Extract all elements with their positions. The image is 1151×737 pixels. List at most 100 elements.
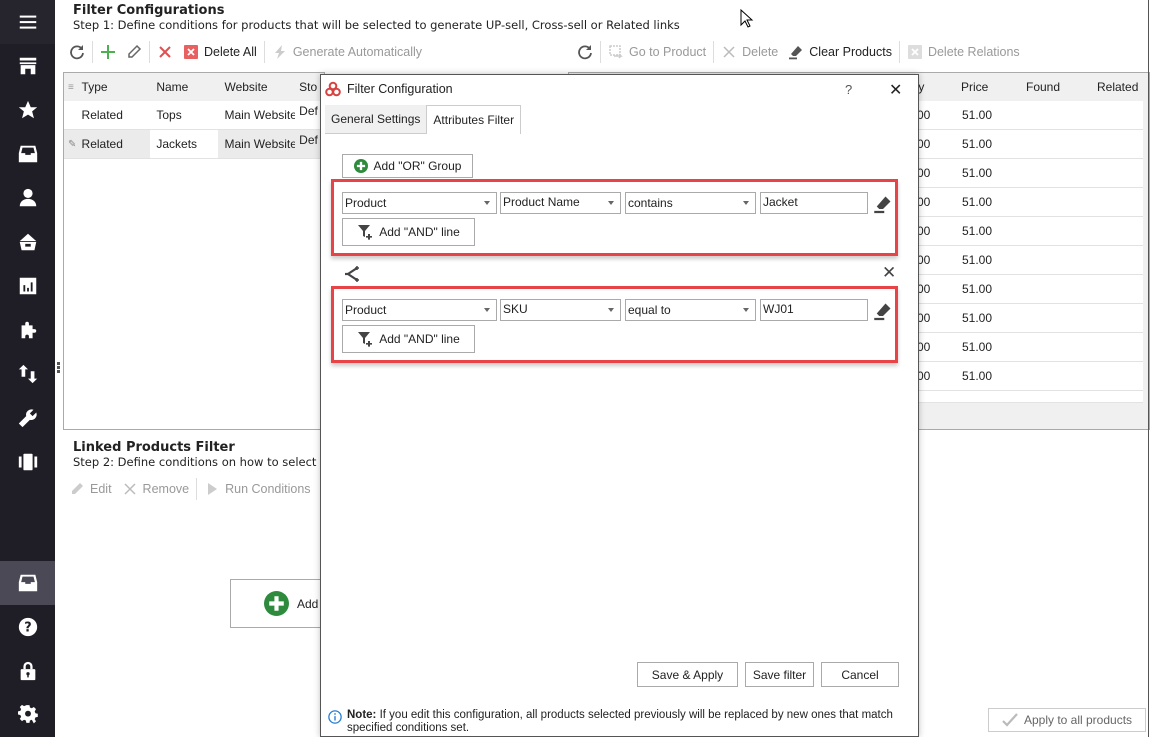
- value-input[interactable]: Jacket: [760, 192, 868, 214]
- cell-price: 51.00: [962, 166, 993, 180]
- sidebar-item-help[interactable]: ?: [0, 605, 55, 649]
- operator-select[interactable]: contains: [625, 192, 756, 214]
- cell-price: 51.00: [962, 195, 993, 209]
- sidebar-item-shopping[interactable]: [0, 220, 55, 264]
- window-border: [1148, 0, 1149, 737]
- sidebar-item-settings[interactable]: [0, 693, 55, 737]
- cancel-button[interactable]: Cancel: [821, 662, 899, 687]
- wrench-icon: [18, 409, 37, 428]
- column-header-price[interactable]: Price: [961, 80, 988, 94]
- column-header-name[interactable]: Name: [150, 80, 218, 94]
- close-button[interactable]: ✕: [889, 80, 902, 100]
- sidebar: ?: [0, 0, 55, 737]
- remove-group-button[interactable]: ✕: [882, 263, 896, 283]
- column-chooser-icon[interactable]: ≡: [64, 82, 78, 93]
- table-row[interactable]: Related Tops Main Website Def: [64, 101, 324, 130]
- save-and-apply-button[interactable]: Save & Apply: [637, 662, 738, 687]
- help-button[interactable]: ?: [845, 82, 852, 97]
- clear-line-icon[interactable]: [873, 301, 893, 321]
- tab-attributes-filter[interactable]: Attributes Filter: [426, 105, 522, 134]
- go-to-product-button[interactable]: Go to Product: [603, 40, 711, 64]
- refresh-icon: [70, 45, 84, 60]
- refresh-button[interactable]: [64, 40, 90, 64]
- sidebar-item-security[interactable]: [0, 649, 55, 693]
- attribute-select[interactable]: SKU: [500, 299, 621, 321]
- or-group: Product Product Name contains Jacket Add…: [331, 179, 898, 256]
- add-button[interactable]: [95, 40, 121, 64]
- generate-automatically-button[interactable]: Generate Automatically: [267, 40, 427, 64]
- splitter-handle[interactable]: [57, 362, 61, 374]
- or-group: Product SKU equal to WJ01 Add "AND" line: [331, 286, 898, 363]
- products-toolbar: Go to Product Delete Clear Products Dele…: [572, 40, 1025, 64]
- table-row-selected[interactable]: ✎ Related Jackets Main Website Def: [64, 130, 324, 159]
- chevron-down-icon: [608, 201, 614, 205]
- add-and-line-label: Add "AND" line: [379, 225, 460, 239]
- sidebar-item-menu[interactable]: [0, 0, 55, 44]
- sidebar-item-store[interactable]: [0, 44, 55, 88]
- cell-type: Related: [81, 108, 123, 122]
- run-conditions-button[interactable]: Run Conditions: [199, 477, 315, 501]
- pencil-icon: [72, 483, 83, 494]
- operator-select[interactable]: equal to: [625, 299, 756, 321]
- dialog-tabs: General Settings Attributes Filter: [325, 105, 522, 134]
- sidebar-item-import-export[interactable]: [0, 352, 55, 396]
- column-header-website[interactable]: Website: [218, 80, 295, 94]
- save-filter-button[interactable]: Save filter: [745, 662, 814, 687]
- sidebar-item-customers[interactable]: [0, 176, 55, 220]
- store-icon: [19, 57, 36, 75]
- filter-configurations-title: Filter Configurations: [73, 3, 225, 18]
- apply-to-all-products-button[interactable]: Apply to all products: [988, 708, 1146, 732]
- gear-icon: [17, 704, 38, 724]
- sidebar-item-favorites[interactable]: [0, 88, 55, 132]
- lp-remove-button[interactable]: Remove: [117, 477, 195, 501]
- cell-price: 51.00: [962, 108, 993, 122]
- clear-line-icon[interactable]: [873, 194, 893, 214]
- sidebar-item-reports[interactable]: [0, 264, 55, 308]
- add-and-line-button[interactable]: Add "AND" line: [342, 325, 475, 353]
- delete-all-icon: [184, 45, 198, 59]
- column-header-related[interactable]: Related: [1097, 80, 1138, 94]
- lp-edit-button[interactable]: Edit: [64, 477, 117, 501]
- column-header-found[interactable]: Found: [1026, 80, 1060, 94]
- products-delete-button[interactable]: Delete: [716, 40, 783, 64]
- cell-price: 51.00: [962, 253, 993, 267]
- delete-relations-button[interactable]: Delete Relations: [902, 40, 1025, 64]
- entity-select[interactable]: Product: [342, 192, 497, 214]
- cell-name[interactable]: Jackets: [150, 130, 219, 158]
- generate-automatically-label: Generate Automatically: [292, 45, 423, 59]
- attribute-select-value: SKU: [503, 302, 528, 316]
- chevron-down-icon: [743, 308, 749, 312]
- column-header-type[interactable]: Type: [78, 80, 151, 94]
- info-icon: [328, 710, 342, 724]
- note-label: Note:: [347, 709, 377, 721]
- sidebar-item-tools[interactable]: [0, 396, 55, 440]
- sidebar-item-linked-products[interactable]: [0, 561, 55, 605]
- cell-qty: 00: [917, 253, 931, 267]
- or-connector-icon[interactable]: [343, 265, 361, 283]
- cell-price: 51.00: [962, 369, 993, 383]
- delete-button[interactable]: [152, 40, 178, 64]
- toolbar-divider: [196, 478, 198, 500]
- cell-qty: 00: [917, 195, 931, 209]
- add-and-line-button[interactable]: Add "AND" line: [342, 218, 475, 246]
- value-input[interactable]: WJ01: [760, 299, 868, 321]
- add-or-group-button[interactable]: Add "OR" Group: [342, 154, 473, 178]
- star-icon: [18, 100, 37, 119]
- cell-qty: 00: [917, 282, 931, 296]
- linked-products-subtitle: Step 2: Define conditions on how to sele…: [73, 455, 329, 469]
- edit-button[interactable]: [121, 40, 147, 64]
- clear-products-button[interactable]: Clear Products: [783, 40, 897, 64]
- entity-select[interactable]: Product: [342, 299, 497, 321]
- attribute-select-value: Product Name: [503, 195, 580, 209]
- toolbar-divider: [92, 41, 93, 63]
- cell-price: 51.00: [962, 224, 993, 238]
- attribute-select[interactable]: Product Name: [500, 192, 621, 214]
- products-refresh-button[interactable]: [572, 40, 598, 64]
- sidebar-item-carousel[interactable]: [0, 440, 55, 484]
- sidebar-item-addons[interactable]: [0, 308, 55, 352]
- sidebar-item-inventory[interactable]: [0, 132, 55, 176]
- tab-general-settings[interactable]: General Settings: [325, 105, 427, 134]
- note-text: Note: If you edit this configuration, al…: [347, 709, 913, 735]
- delete-all-button[interactable]: Delete All: [178, 40, 262, 64]
- filter-configurations-subtitle: Step 1: Define conditions for products t…: [73, 18, 680, 32]
